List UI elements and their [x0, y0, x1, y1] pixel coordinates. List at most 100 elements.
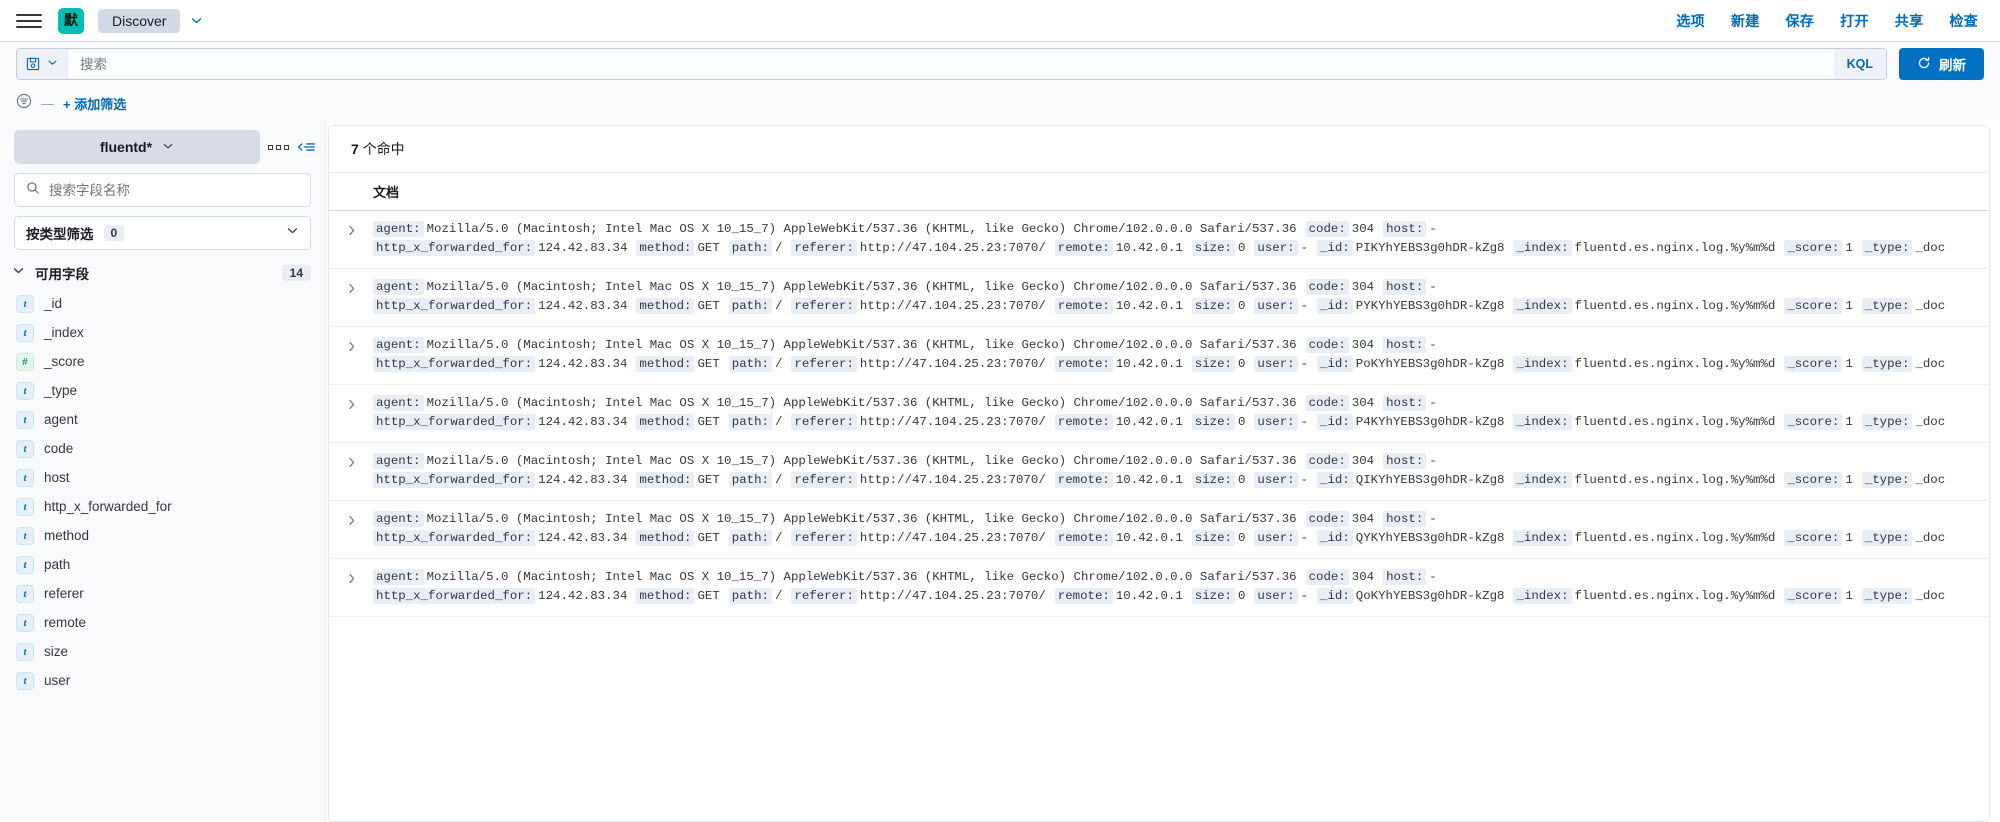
- doc-field-key: code:: [1305, 511, 1349, 527]
- doc-field-value: _doc: [1915, 589, 1946, 603]
- doc-field-value: QIKYhYEBS3g0hDR-kZg8: [1355, 473, 1505, 487]
- doc-field-value: fluentd.es.nginx.log.%y%m%d: [1574, 299, 1776, 313]
- filter-by-type-count: 0: [103, 225, 125, 241]
- sidebar-field-size[interactable]: t size: [0, 637, 325, 666]
- string-field-icon: t: [16, 671, 34, 690]
- header-action-save[interactable]: 保存: [1786, 11, 1815, 31]
- doc-field-value: 304: [1351, 454, 1375, 468]
- string-field-icon: t: [16, 642, 34, 661]
- document-summary-cell: agent: Mozilla/5.0 (Macintosh; Intel Mac …: [373, 336, 1975, 374]
- document-summary-cell: agent: Mozilla/5.0 (Macintosh; Intel Mac …: [373, 394, 1975, 432]
- chevron-right-icon[interactable]: [329, 452, 373, 469]
- doc-field-key: referer:: [791, 356, 857, 372]
- sidebar-field-_type[interactable]: t _type: [0, 376, 325, 405]
- chevron-right-icon[interactable]: [329, 220, 373, 237]
- doc-field-value: 0: [1237, 589, 1246, 603]
- doc-field-value: GET: [697, 531, 720, 545]
- chevron-right-icon[interactable]: [329, 394, 373, 411]
- doc-field-key: code:: [1305, 395, 1349, 411]
- doc-field-value: -: [1300, 415, 1309, 429]
- doc-field-value: /: [774, 299, 783, 313]
- sidebar-field-path[interactable]: t path: [0, 550, 325, 579]
- sidebar-field-label: size: [44, 644, 69, 659]
- sidebar-field-method[interactable]: t method: [0, 521, 325, 550]
- doc-field-key: path:: [728, 588, 772, 604]
- document-summary-cell: agent: Mozilla/5.0 (Macintosh; Intel Mac …: [373, 452, 1975, 490]
- sidebar-field-remote[interactable]: t remote: [0, 608, 325, 637]
- doc-field-value: 304: [1351, 512, 1375, 526]
- filter-by-type-button[interactable]: 按类型筛选 0: [14, 216, 311, 250]
- collapse-sidebar-icon[interactable]: [297, 139, 315, 155]
- doc-field-value: _doc: [1915, 531, 1946, 545]
- grid-dots-icon[interactable]: [266, 144, 291, 150]
- sidebar-field-http_x_forwarded_for[interactable]: t http_x_forwarded_for: [0, 492, 325, 521]
- index-pattern-selector[interactable]: fluentd*: [14, 130, 260, 164]
- doc-field-key: _score:: [1784, 356, 1843, 372]
- filter-separator: —: [41, 95, 54, 111]
- doc-field-value: 0: [1237, 357, 1246, 371]
- header-action-new[interactable]: 新建: [1731, 11, 1760, 31]
- doc-field-key: size:: [1191, 472, 1235, 488]
- refresh-button[interactable]: 刷新: [1899, 48, 1984, 80]
- discover-app: 默 Discover 选项 新建 保存 打开 共享 检查 搜索 KQL 刷新 —…: [0, 0, 2000, 822]
- doc-field-value: -: [1429, 512, 1437, 526]
- doc-field-key: _id:: [1317, 414, 1353, 430]
- doc-field-key: _index:: [1513, 356, 1572, 372]
- saved-query-button[interactable]: [17, 49, 68, 79]
- search-input[interactable]: [68, 49, 1834, 79]
- doc-field-key: referer:: [791, 414, 857, 430]
- header-action-options[interactable]: 选项: [1676, 11, 1705, 31]
- sidebar-field-agent[interactable]: t agent: [0, 405, 325, 434]
- sidebar-field-referer[interactable]: t referer: [0, 579, 325, 608]
- chevron-right-icon[interactable]: [329, 336, 373, 353]
- header-action-share[interactable]: 共享: [1895, 11, 1924, 31]
- table-row: agent: Mozilla/5.0 (Macintosh; Intel Mac …: [329, 269, 1989, 327]
- doc-field-value: 124.42.83.34: [538, 241, 628, 255]
- doc-field-value: QYKYhYEBS3g0hDR-kZg8: [1355, 531, 1505, 545]
- chevron-down-icon[interactable]: [190, 14, 203, 27]
- doc-field-value: http://47.104.25.23:7070/: [859, 415, 1046, 429]
- doc-field-key: referer:: [791, 240, 857, 256]
- header-action-open[interactable]: 打开: [1840, 11, 1869, 31]
- sidebar-field-code[interactable]: t code: [0, 434, 325, 463]
- doc-field-value: 1: [1845, 473, 1853, 487]
- header-action-inspect[interactable]: 检查: [1949, 11, 1978, 31]
- chevron-right-icon[interactable]: [329, 510, 373, 527]
- doc-field-value: Mozilla/5.0 (Macintosh; Intel Mac OS X 1…: [426, 570, 1297, 584]
- hamburger-menu-icon[interactable]: [16, 8, 42, 34]
- doc-field-value: /: [774, 415, 783, 429]
- sidebar-field-user[interactable]: t user: [0, 666, 325, 695]
- available-fields-header[interactable]: 可用字段 14: [0, 250, 325, 289]
- sidebar-field-label: user: [44, 673, 71, 688]
- doc-field-key: code:: [1305, 279, 1349, 295]
- doc-field-key: agent:: [373, 569, 424, 585]
- doc-field-key: _id:: [1317, 530, 1353, 546]
- doc-field-key: _score:: [1784, 298, 1843, 314]
- field-search-box[interactable]: [14, 173, 311, 207]
- doc-field-key: method:: [636, 588, 695, 604]
- refresh-icon: [1917, 56, 1931, 73]
- sidebar-field-host[interactable]: t host: [0, 463, 325, 492]
- doc-field-key: http_x_forwarded_for:: [373, 530, 536, 546]
- field-search-input[interactable]: [49, 182, 299, 198]
- field-sidebar: fluentd* 搜索字段名称 按类型筛选 0 可用字段 14 t _id t …: [0, 120, 326, 822]
- sidebar-field-_id[interactable]: t _id: [0, 289, 325, 318]
- doc-field-value: 1: [1845, 589, 1853, 603]
- sidebar-field-label: agent: [44, 412, 78, 427]
- doc-field-value: -: [1429, 280, 1437, 294]
- tab-discover[interactable]: Discover: [98, 8, 181, 33]
- sidebar-field-_score[interactable]: # _score: [0, 347, 325, 376]
- chevron-right-icon[interactable]: [329, 278, 373, 295]
- chevron-right-icon[interactable]: [329, 568, 373, 585]
- sidebar-field-label: referer: [44, 586, 84, 601]
- sidebar-field-_index[interactable]: t _index: [0, 318, 325, 347]
- doc-field-value: fluentd.es.nginx.log.%y%m%d: [1574, 589, 1776, 603]
- doc-field-value: http://47.104.25.23:7070/: [859, 589, 1046, 603]
- add-filter-button[interactable]: + 添加筛选: [63, 94, 126, 113]
- doc-field-value: 1: [1845, 415, 1853, 429]
- filter-icon[interactable]: [16, 93, 32, 114]
- doc-field-value: http://47.104.25.23:7070/: [859, 531, 1046, 545]
- doc-field-key: user:: [1254, 588, 1298, 604]
- doc-field-value: GET: [697, 473, 720, 487]
- query-language-badge[interactable]: KQL: [1833, 49, 1886, 79]
